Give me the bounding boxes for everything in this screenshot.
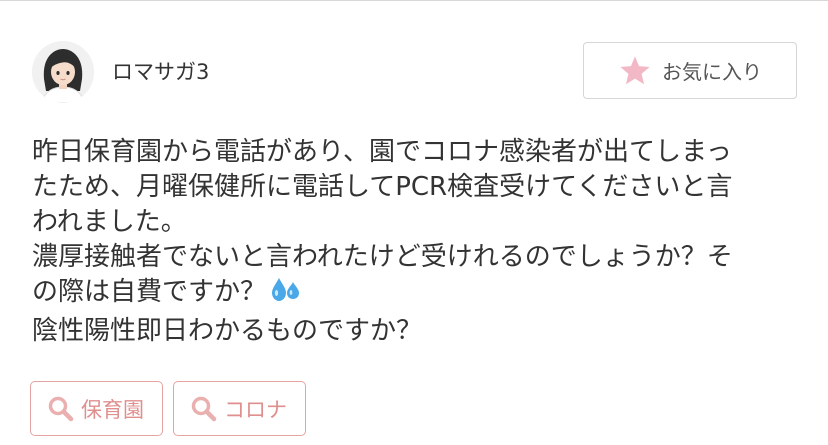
avatar[interactable] <box>32 41 94 103</box>
search-icon <box>47 395 75 423</box>
sweat-droplets-icon <box>270 276 302 314</box>
post-line: 濃厚接触者でないと言われたけど受けれるのでしょうか？そ <box>32 242 733 272</box>
username[interactable]: ロマサガ3 <box>112 57 209 87</box>
post-line: の際は自費ですか？ <box>32 277 267 307</box>
post-body: 昨日保育園から電話があり、園でコロナ感染者が出てしまっ たため、月曜保健所に電話… <box>32 135 802 349</box>
post-line: われました。 <box>32 207 187 237</box>
tag-list: 保育園 コロナ <box>30 381 306 436</box>
tag-corona[interactable]: コロナ <box>173 381 306 436</box>
avatar-woman-icon <box>32 41 94 103</box>
post-line: たため、月曜保健所に電話してPCR検査受けてくださいと言 <box>32 172 733 202</box>
search-icon <box>190 395 218 423</box>
post-line: 陰性陽性即日わかるものですか？ <box>32 316 423 346</box>
star-icon <box>618 55 652 87</box>
post-line-with-emoji: の際は自費ですか？ <box>32 275 802 314</box>
favorite-button[interactable]: お気に入り <box>583 42 797 99</box>
favorite-label: お気に入り <box>662 60 762 84</box>
tag-label: コロナ <box>224 397 287 422</box>
post-card: ロマサガ3 お気に入り 昨日保育園から電話があり、園でコロナ感染者が出てしまっ … <box>0 0 828 445</box>
post-line: 昨日保育園から電話があり、園でコロナ感染者が出てしまっ <box>32 137 732 167</box>
tag-hoikuen[interactable]: 保育園 <box>30 381 163 436</box>
tag-label: 保育園 <box>81 397 144 422</box>
